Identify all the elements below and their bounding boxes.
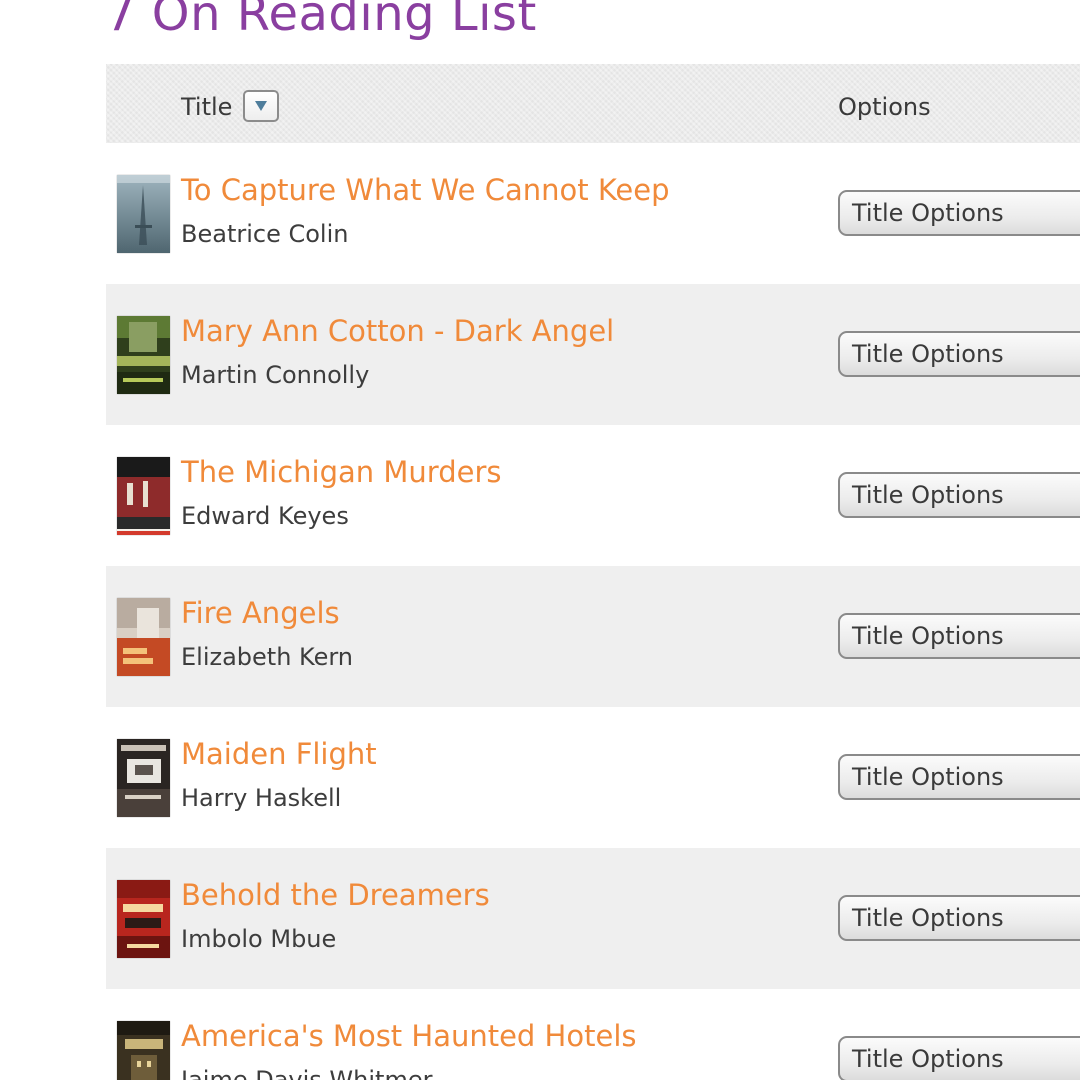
reading-list-page: 7 On Reading List Title Options To Captu… bbox=[0, 0, 1080, 1080]
book-cover-image[interactable] bbox=[117, 457, 170, 535]
table-row: To Capture What We Cannot Keep Beatrice … bbox=[106, 143, 1080, 284]
title-options-button[interactable]: Title Options bbox=[838, 895, 1080, 941]
reading-list-table: Title Options To Capture What We Cannot … bbox=[106, 64, 1080, 1080]
table-row: Behold the Dreamers Imbolo Mbue Title Op… bbox=[106, 848, 1080, 989]
column-options-label: Options bbox=[838, 93, 931, 121]
column-title-label: Title bbox=[181, 93, 233, 121]
book-author: Beatrice Colin bbox=[181, 220, 349, 248]
table-row: America's Most Haunted Hotels Jaime Davi… bbox=[106, 989, 1080, 1080]
book-author: Martin Connolly bbox=[181, 361, 370, 389]
book-cover-image[interactable] bbox=[117, 1021, 170, 1080]
title-options-button[interactable]: Title Options bbox=[838, 613, 1080, 659]
book-author: Imbolo Mbue bbox=[181, 925, 337, 953]
book-author: Harry Haskell bbox=[181, 784, 342, 812]
book-title-link[interactable]: Mary Ann Cotton - Dark Angel bbox=[181, 314, 614, 348]
book-cover-image[interactable] bbox=[117, 175, 170, 253]
sort-dropdown-button[interactable] bbox=[243, 90, 279, 122]
table-row: Mary Ann Cotton - Dark Angel Martin Conn… bbox=[106, 284, 1080, 425]
table-row: The Michigan Murders Edward Keyes Title … bbox=[106, 425, 1080, 566]
book-cover-image[interactable] bbox=[117, 316, 170, 394]
table-header: Title Options bbox=[106, 64, 1080, 143]
book-title-link[interactable]: Fire Angels bbox=[181, 596, 340, 630]
book-cover-image[interactable] bbox=[117, 598, 170, 676]
book-author: Edward Keyes bbox=[181, 502, 349, 530]
book-cover-image[interactable] bbox=[117, 739, 170, 817]
book-title-link[interactable]: To Capture What We Cannot Keep bbox=[181, 173, 670, 207]
page-heading: 7 On Reading List bbox=[105, 0, 537, 42]
title-options-button[interactable]: Title Options bbox=[838, 190, 1080, 236]
title-options-button[interactable]: Title Options bbox=[838, 754, 1080, 800]
title-options-button[interactable]: Title Options bbox=[838, 472, 1080, 518]
title-options-button[interactable]: Title Options bbox=[838, 331, 1080, 377]
title-options-button[interactable]: Title Options bbox=[838, 1036, 1080, 1080]
table-row: Maiden Flight Harry Haskell Title Option… bbox=[106, 707, 1080, 848]
book-title-link[interactable]: Behold the Dreamers bbox=[181, 878, 490, 912]
book-title-link[interactable]: America's Most Haunted Hotels bbox=[181, 1019, 637, 1053]
book-cover-image[interactable] bbox=[117, 880, 170, 958]
table-row: Fire Angels Elizabeth Kern Title Options bbox=[106, 566, 1080, 707]
book-author: Jaime Davis Whitmer bbox=[181, 1066, 433, 1080]
triangle-down-icon bbox=[255, 101, 267, 111]
book-title-link[interactable]: The Michigan Murders bbox=[181, 455, 502, 489]
book-title-link[interactable]: Maiden Flight bbox=[181, 737, 377, 771]
book-author: Elizabeth Kern bbox=[181, 643, 354, 671]
